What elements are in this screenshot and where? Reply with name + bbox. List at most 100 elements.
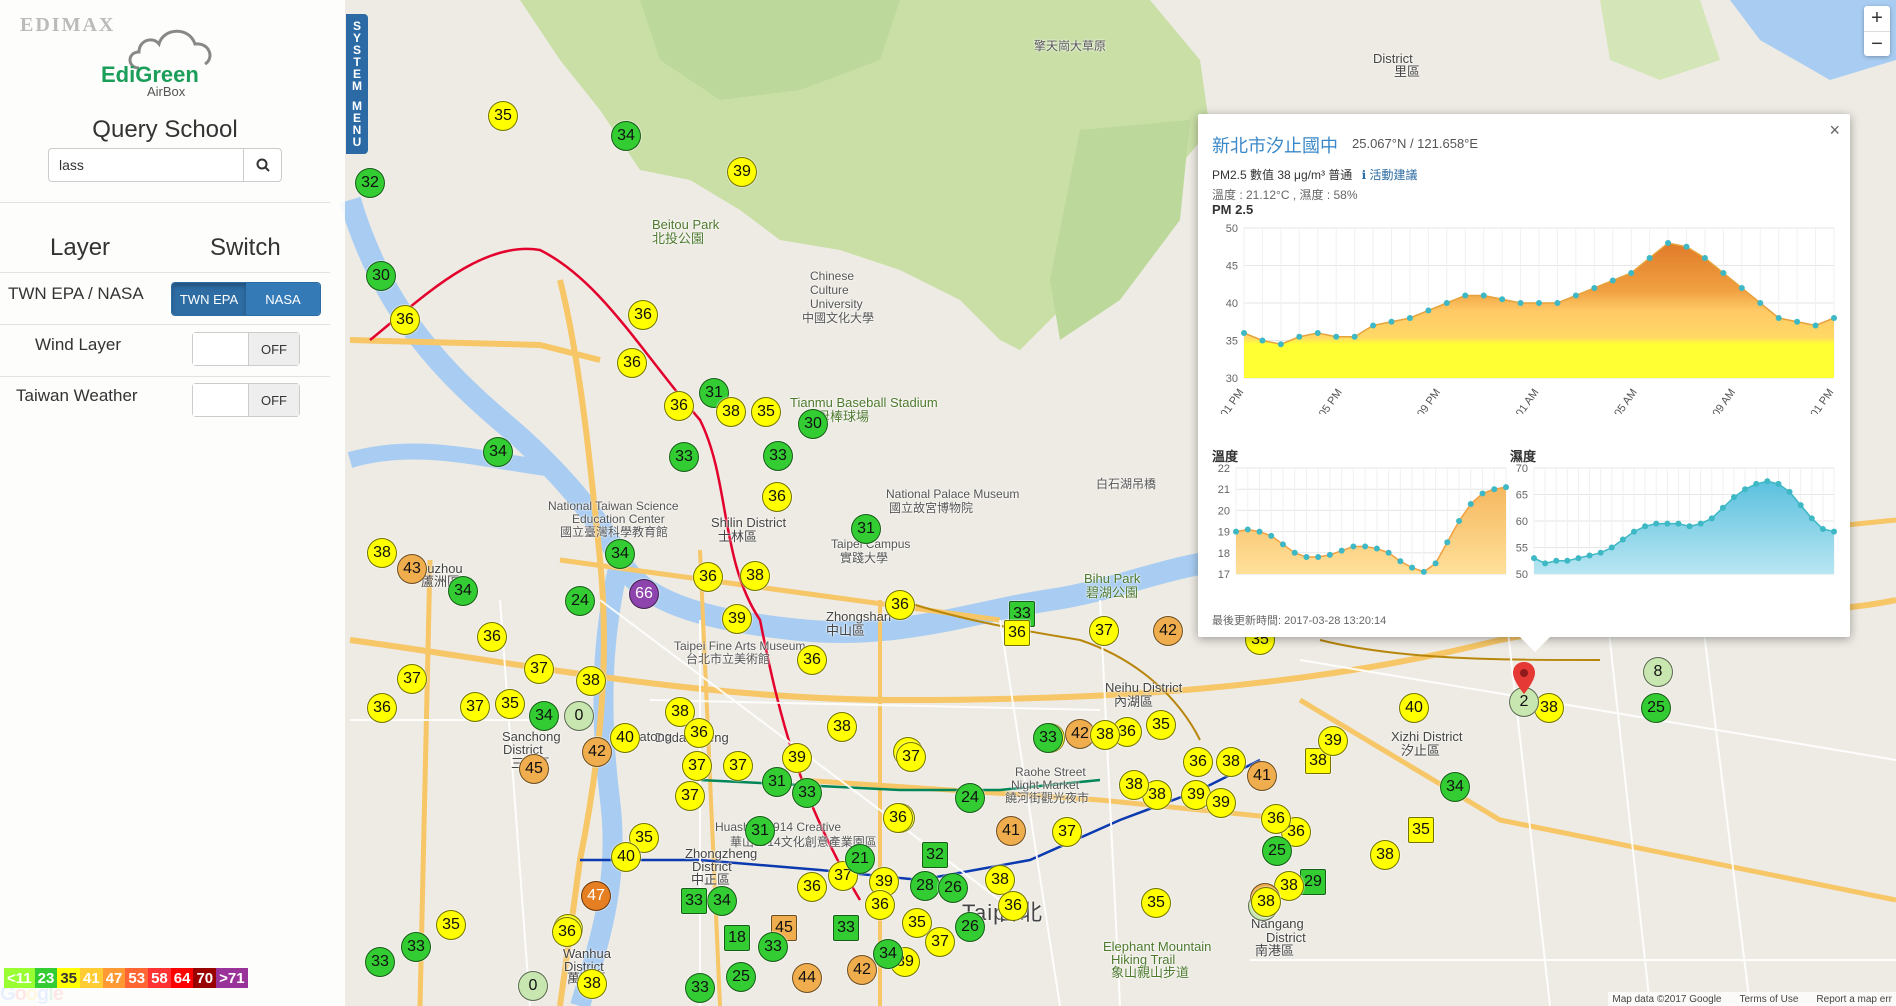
air-quality-marker[interactable]: 38 [827,712,857,742]
air-quality-marker[interactable]: 38 [1251,887,1281,917]
air-quality-marker[interactable]: 0 [564,701,594,731]
air-quality-marker[interactable]: 33 [365,947,395,977]
air-quality-marker[interactable]: 34 [605,539,635,569]
location-pin-icon[interactable] [1513,662,1535,694]
activity-advice-link[interactable]: ℹ 活動建議 [1362,168,1418,182]
air-quality-marker[interactable]: 37 [675,781,705,811]
air-quality-marker[interactable]: 29 [1300,869,1326,895]
air-quality-marker[interactable]: 34 [611,121,641,151]
air-quality-marker[interactable]: 36 [885,590,915,620]
air-quality-marker[interactable]: 33 [792,778,822,808]
air-quality-marker[interactable]: 33 [833,915,859,941]
air-quality-marker[interactable]: 34 [448,576,478,606]
air-quality-marker[interactable]: 32 [922,842,948,868]
air-quality-marker[interactable]: 37 [925,927,955,957]
air-quality-marker[interactable]: 40 [611,842,641,872]
air-quality-marker[interactable]: 38 [1370,840,1400,870]
search-button[interactable] [243,149,281,181]
air-quality-marker[interactable]: 37 [524,654,554,684]
air-quality-marker[interactable]: 21 [845,844,875,874]
air-quality-marker[interactable]: 35 [495,689,525,719]
air-quality-marker[interactable]: 37 [1089,616,1119,646]
air-quality-marker[interactable]: 66 [629,579,659,609]
air-quality-marker[interactable]: 18 [724,925,750,951]
station-title[interactable]: 新北市汐止國中 [1212,132,1338,158]
air-quality-marker[interactable]: 38 [367,538,397,568]
air-quality-marker[interactable]: 24 [565,586,595,616]
air-quality-marker[interactable]: 33 [763,441,793,471]
air-quality-marker[interactable]: 36 [865,890,895,920]
air-quality-marker[interactable]: 36 [1183,747,1213,777]
air-quality-marker[interactable]: 38 [576,666,606,696]
air-quality-marker[interactable]: 41 [996,816,1026,846]
search-input[interactable] [49,149,243,181]
air-quality-marker[interactable]: 37 [682,751,712,781]
air-quality-marker[interactable]: 34 [529,701,559,731]
close-icon[interactable]: × [1829,120,1840,141]
air-quality-marker[interactable]: 36 [998,891,1028,921]
air-quality-marker[interactable]: 35 [436,910,466,940]
zoom-out-button[interactable]: − [1864,31,1890,56]
air-quality-marker[interactable]: 47 [581,881,611,911]
air-quality-marker[interactable]: 36 [367,693,397,723]
air-quality-marker[interactable]: 33 [401,932,431,962]
air-quality-marker[interactable]: 31 [745,816,775,846]
air-quality-marker[interactable]: 44 [792,963,822,993]
taiwan-weather-toggle[interactable]: OFF [192,383,300,417]
air-quality-marker[interactable]: 30 [366,261,396,291]
air-quality-marker[interactable]: 38 [577,969,607,999]
air-quality-marker[interactable]: 33 [1033,723,1063,753]
air-quality-marker[interactable]: 36 [664,391,694,421]
air-quality-marker[interactable]: 42 [582,737,612,767]
air-quality-marker[interactable]: 37 [460,692,490,722]
air-quality-marker[interactable]: 8 [1643,657,1673,687]
air-quality-marker[interactable]: 42 [847,955,877,985]
air-quality-marker[interactable]: 40 [610,723,640,753]
air-quality-marker[interactable]: 39 [722,604,752,634]
air-quality-marker[interactable]: 37 [1052,817,1082,847]
air-quality-marker[interactable]: 33 [758,932,788,962]
air-quality-marker[interactable]: 37 [397,664,427,694]
air-quality-marker[interactable]: 25 [726,962,756,992]
air-quality-marker[interactable]: 41 [1247,761,1277,791]
air-quality-marker[interactable]: 36 [883,803,913,833]
air-quality-marker[interactable]: 33 [669,442,699,472]
air-quality-marker[interactable]: 31 [762,767,792,797]
source-nasa-button[interactable]: NASA [246,283,320,315]
air-quality-marker[interactable]: 36 [762,482,792,512]
air-quality-marker[interactable]: 34 [483,437,513,467]
report-error-link[interactable]: Report a map err [1816,994,1892,1005]
air-quality-marker[interactable]: 24 [955,783,985,813]
wind-layer-toggle[interactable]: OFF [192,332,300,366]
air-quality-marker[interactable]: 38 [1216,747,1246,777]
air-quality-marker[interactable]: 31 [851,514,881,544]
air-quality-marker[interactable]: 39 [727,157,757,187]
air-quality-marker[interactable]: 38 [1119,770,1149,800]
air-quality-marker[interactable]: 35 [751,397,781,427]
air-quality-marker[interactable]: 0 [518,971,548,1001]
air-quality-marker[interactable]: 32 [355,168,385,198]
air-quality-marker[interactable]: 26 [938,873,968,903]
air-quality-marker[interactable]: 35 [488,101,518,131]
zoom-in-button[interactable]: + [1864,6,1890,31]
air-quality-marker[interactable]: 45 [519,754,549,784]
air-quality-marker[interactable]: 39 [1318,726,1348,756]
air-quality-marker[interactable]: 36 [1261,804,1291,834]
air-quality-marker[interactable]: 42 [1153,616,1183,646]
air-quality-marker[interactable]: 39 [1206,788,1236,818]
air-quality-marker[interactable]: 34 [707,886,737,916]
source-epa-button[interactable]: TWN EPA [172,283,246,315]
air-quality-marker[interactable]: 34 [1440,772,1470,802]
air-quality-marker[interactable]: 37 [896,742,926,772]
air-quality-marker[interactable]: 25 [1641,693,1671,723]
air-quality-marker[interactable]: 36 [693,562,723,592]
air-quality-marker[interactable]: 36 [552,917,582,947]
air-quality-marker[interactable]: 30 [798,409,828,439]
air-quality-marker[interactable]: 36 [684,718,714,748]
air-quality-marker[interactable]: 25 [1262,836,1292,866]
air-quality-marker[interactable]: 33 [681,888,707,914]
air-quality-marker[interactable]: 35 [1408,817,1434,843]
air-quality-marker[interactable]: 36 [617,348,647,378]
air-quality-marker[interactable]: 36 [797,872,827,902]
air-quality-marker[interactable]: 38 [740,561,770,591]
